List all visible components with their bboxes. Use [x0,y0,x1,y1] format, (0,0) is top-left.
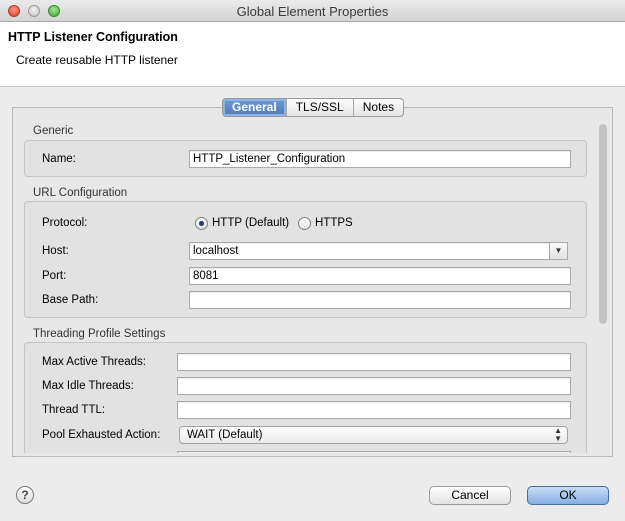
max-idle-threads-field[interactable] [177,377,571,395]
window-titlebar: Global Element Properties [0,0,625,22]
base-path-field[interactable] [189,291,571,309]
form-scroll-area[interactable]: Generic Name: HTTP_Listener_Configuratio… [21,118,596,453]
name-field[interactable]: HTTP_Listener_Configuration [189,150,571,168]
protocol-https-radio[interactable] [298,217,311,230]
max-active-threads-field[interactable] [177,353,571,371]
name-label: Name: [42,153,76,165]
pool-exhausted-action-label: Pool Exhausted Action: [42,429,161,441]
port-label: Port: [42,270,67,282]
protocol-https-label[interactable]: HTTPS [315,217,353,229]
section-title-generic: Generic [33,125,74,137]
ok-button[interactable]: OK [527,486,609,505]
dialog-header: HTTP Listener Configuration Create reusa… [0,22,625,87]
tab-bar: General TLS/SSL Notes [222,98,405,117]
scrollbar-thumb[interactable] [599,124,607,324]
thread-ttl-label: Thread TTL: [42,404,106,416]
protocol-http-label[interactable]: HTTP (Default) [212,217,289,229]
next-field-partial[interactable] [177,451,571,453]
thread-ttl-field[interactable] [177,401,571,419]
window-title: Global Element Properties [236,4,389,19]
dialog-title: HTTP Listener Configuration [8,30,178,44]
tab-notes[interactable]: Notes [354,99,403,116]
tab-tls-ssl[interactable]: TLS/SSL [287,99,354,116]
port-field[interactable]: 8081 [189,267,571,285]
section-title-url: URL Configuration [33,187,128,199]
host-value: localhost [193,245,239,257]
tab-general[interactable]: General [223,99,287,116]
up-down-arrows-icon: ▲ ▼ [554,426,562,443]
dialog-description: Create reusable HTTP listener [16,53,178,67]
max-active-threads-label: Max Active Threads: [42,356,146,368]
chevron-down-icon[interactable]: ▼ [549,243,567,259]
protocol-label: Protocol: [42,217,88,229]
base-path-label: Base Path: [42,294,99,306]
cancel-button[interactable]: Cancel [429,486,511,505]
pool-exhausted-action-value: WAIT (Default) [187,429,263,441]
help-icon[interactable]: ? [16,486,34,504]
protocol-http-radio[interactable] [195,217,208,230]
host-combo[interactable]: localhost ▼ [189,242,568,260]
pool-exhausted-action-select[interactable]: WAIT (Default) ▲ ▼ [179,426,568,444]
host-label: Host: [42,245,69,257]
section-title-threading: Threading Profile Settings [33,328,166,340]
max-idle-threads-label: Max Idle Threads: [42,380,134,392]
